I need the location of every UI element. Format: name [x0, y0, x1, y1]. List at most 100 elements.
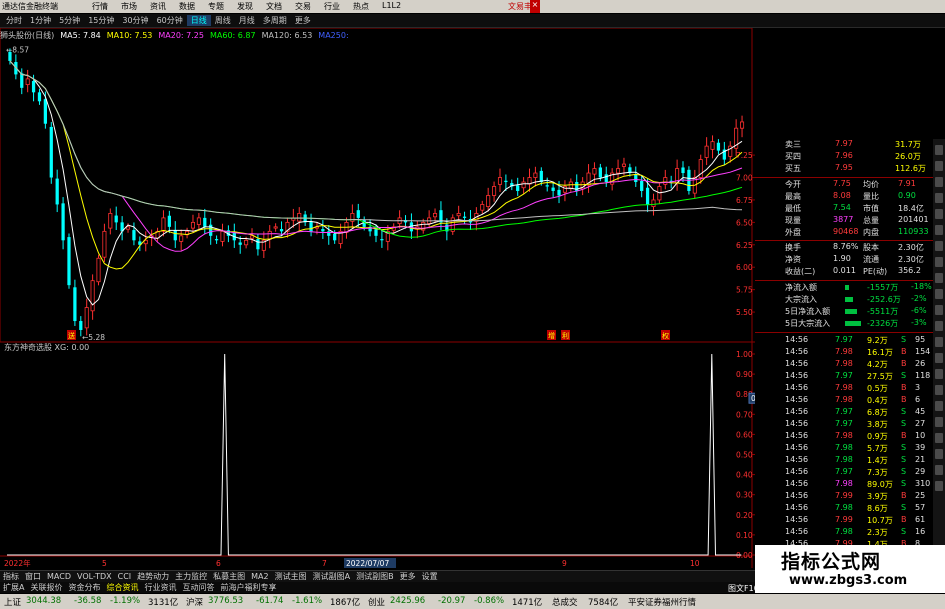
candle-body-down	[557, 189, 561, 196]
info-tab[interactable]: 综合资讯	[103, 583, 141, 592]
index-name[interactable]: 上证	[4, 596, 21, 608]
candle-body-down	[67, 237, 71, 286]
menu-item[interactable]: 市场	[121, 1, 150, 12]
chart-area[interactable]: 5.505.756.006.256.506.757.007.25←8.57←5.…	[0, 28, 755, 570]
side-tool-icon[interactable]	[935, 241, 943, 251]
info-tab[interactable]: 互动问答	[179, 583, 217, 592]
index-amount: 1867亿	[330, 598, 361, 608]
side-tool-icon[interactable]	[935, 465, 943, 475]
watermark-title: 指标公式网	[781, 551, 882, 573]
order-book-label: 卖三	[785, 140, 801, 149]
tick-time: 14:56	[785, 419, 809, 428]
period-tab[interactable]: 分时	[2, 15, 26, 26]
close-icon[interactable]: ×	[530, 0, 540, 13]
menu-item[interactable]: 交易	[295, 1, 324, 12]
info-tab[interactable]: 行业资讯	[141, 583, 179, 592]
order-book-row: 卖三 7.97 31.7万	[755, 139, 933, 151]
side-tool-icon[interactable]	[935, 417, 943, 427]
tick-price: 7.99	[835, 491, 853, 500]
side-tool-icon[interactable]	[935, 369, 943, 379]
tick-price: 7.99	[835, 515, 853, 524]
low-price-label: ←5.28	[82, 333, 105, 342]
info-tab[interactable]: 关联报价	[27, 583, 65, 592]
side-tool-icon[interactable]	[935, 225, 943, 235]
side-tool-icon[interactable]	[935, 161, 943, 171]
info-tab[interactable]: 资金分布	[65, 583, 103, 592]
menu-item[interactable]: 数据	[179, 1, 208, 12]
tick-count: 6	[915, 395, 921, 404]
stat-value: 2.30亿	[898, 243, 924, 252]
stat-value: 110933	[898, 227, 929, 236]
side-tool-icon[interactable]	[935, 385, 943, 395]
candle-body-up	[102, 230, 107, 258]
side-tool-icon[interactable]	[935, 257, 943, 267]
info-tab[interactable]: 前海户福利专享	[217, 583, 279, 592]
period-tab[interactable]: 5分钟	[55, 15, 84, 26]
period-tab[interactable]: 1分钟	[26, 15, 55, 26]
menu-item[interactable]: 行业	[324, 1, 353, 12]
event-marker-label: 送	[68, 331, 75, 340]
indicator-tab[interactable]: 测试主图	[272, 572, 310, 581]
indicator-tab[interactable]: MA2	[248, 572, 271, 581]
candle-body-down	[256, 239, 260, 250]
period-tab[interactable]: 60分钟	[153, 15, 187, 26]
indicator-tab[interactable]: CCI	[115, 572, 135, 581]
side-tool-icon[interactable]	[935, 193, 943, 203]
period-tab[interactable]: 30分钟	[118, 15, 152, 26]
candle-body-up	[90, 280, 95, 312]
menu-item[interactable]: 资讯	[150, 1, 179, 12]
menu-item[interactable]: 行情	[92, 1, 121, 12]
stat-label: 收益(二)	[785, 267, 816, 276]
menu-item[interactable]: 热点	[353, 1, 382, 12]
menu-item[interactable]: L1L2	[382, 1, 411, 12]
stat-value: 2.30亿	[898, 255, 924, 264]
period-tab[interactable]: 多周期	[259, 15, 291, 26]
indicator-tab[interactable]: 测试副图A	[310, 572, 353, 581]
indicator-tab[interactable]: 设置	[419, 572, 441, 581]
f10-button[interactable]: 图文F10	[728, 583, 759, 594]
side-tool-icon[interactable]	[935, 449, 943, 459]
menu-item[interactable]: 发现	[237, 1, 266, 12]
candle-body-down	[132, 230, 136, 241]
side-tool-icon[interactable]	[935, 481, 943, 491]
info-tab[interactable]: 扩展A	[0, 583, 27, 592]
menu-item[interactable]: 文档	[266, 1, 295, 12]
indicator-tab[interactable]: 私募主图	[210, 572, 248, 581]
side-tool-icon[interactable]	[935, 337, 943, 347]
side-tool-icon[interactable]	[935, 145, 943, 155]
tick-count: 57	[915, 503, 926, 512]
side-tool-icon[interactable]	[935, 305, 943, 315]
tick-row: 14:56 7.98 2.3万 S 16	[755, 527, 933, 539]
period-tab[interactable]: 月线	[235, 15, 259, 26]
menu-item[interactable]: 专题	[208, 1, 237, 12]
indicator-tab[interactable]: MACD	[44, 572, 74, 581]
period-tab[interactable]: 周线	[211, 15, 235, 26]
indicator-tab[interactable]: 趋势动力	[134, 572, 172, 581]
price-tick-label: 6.50	[736, 218, 753, 227]
candle-body-down	[551, 187, 555, 191]
side-tool-icon[interactable]	[935, 273, 943, 283]
period-tab[interactable]: 更多	[291, 15, 315, 26]
candle-body-down	[545, 185, 549, 187]
indicator-tab[interactable]: 更多	[397, 572, 419, 581]
indicator-tab[interactable]: VOL-TDX	[74, 572, 115, 581]
indicator-tab[interactable]: 指标	[0, 572, 22, 581]
side-tool-icon[interactable]	[935, 177, 943, 187]
index-name[interactable]: 沪深	[186, 596, 203, 608]
side-tool-icon[interactable]	[935, 401, 943, 411]
side-tool-icon[interactable]	[935, 321, 943, 331]
indicator-tab[interactable]: 测试副图B	[353, 572, 397, 581]
indicator-tab[interactable]: 主力监控	[172, 572, 210, 581]
candle-body-up	[704, 145, 709, 158]
side-tool-icon[interactable]	[935, 209, 943, 219]
tick-row: 14:56 7.98 1.4万 S 21	[755, 455, 933, 467]
period-tab[interactable]: 日线	[186, 15, 211, 26]
side-tool-icon[interactable]	[935, 433, 943, 443]
indicator-tab[interactable]: 窗口	[22, 572, 44, 581]
flow-label: 5日净流入额	[785, 307, 831, 316]
index-name[interactable]: 创业	[368, 596, 385, 608]
stat-label: PE(动)	[863, 267, 888, 276]
side-tool-icon[interactable]	[935, 353, 943, 363]
side-tool-icon[interactable]	[935, 289, 943, 299]
period-tab[interactable]: 15分钟	[84, 15, 118, 26]
